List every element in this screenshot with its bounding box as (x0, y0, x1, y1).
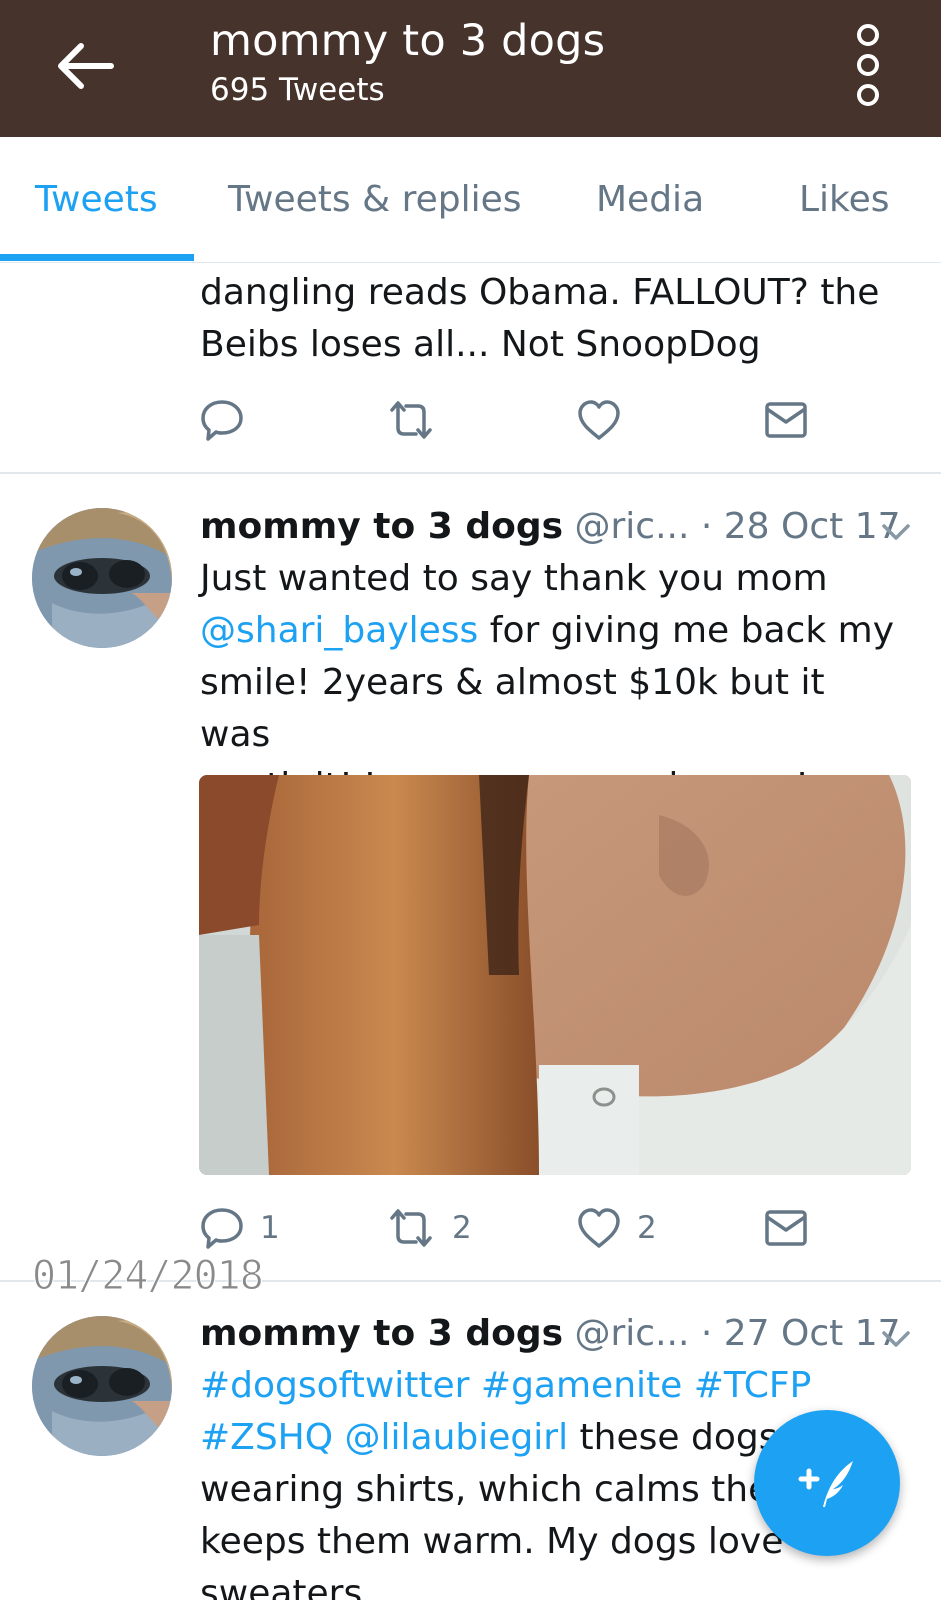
tweet-text: dangling reads Obama. FALLOUT? the Beibs… (200, 267, 900, 371)
envelope-icon (765, 1210, 807, 1246)
tweet-text-line: @shari_bayless for giving me back my (200, 605, 900, 657)
reply-button[interactable]: 1 (200, 1203, 280, 1253)
hashtag-links[interactable]: #dogsoftwitter #gamenite #TCFP (200, 1360, 900, 1412)
overflow-dot-icon (857, 84, 879, 106)
overflow-dot-icon (857, 24, 879, 46)
tweet-count: 695 Tweets (210, 72, 385, 108)
compose-tweet-icon (798, 1461, 853, 1507)
back-button[interactable] (48, 36, 120, 96)
tweet-date[interactable]: · 27 Oct 17 (701, 1313, 901, 1354)
tweet-text-fragment: these dogs (568, 1417, 778, 1458)
tweet-header: mommy to 3 dogs @ric... · 27 Oct 17 (200, 1308, 901, 1360)
author-handle: @ric... (574, 506, 690, 547)
retweet-count: 2 (452, 1210, 472, 1246)
tweet-divider (0, 472, 941, 474)
chevron-down-icon[interactable] (880, 1327, 912, 1351)
mention-link[interactable]: @shari_bayless (200, 610, 478, 651)
overflow-menu-button[interactable] (850, 24, 886, 106)
tab-media[interactable]: Media (596, 179, 704, 220)
tweet-date[interactable]: · 28 Oct 17 (701, 506, 901, 547)
overflow-dot-icon (857, 54, 879, 76)
author-name[interactable]: mommy to 3 dogs (200, 1313, 563, 1354)
tab-tweets-and-replies[interactable]: Tweets & replies (228, 179, 522, 220)
tweet-actions: 1 2 2 (200, 1203, 840, 1253)
tweet-actions (200, 395, 840, 445)
photo-date-stamp: 01/24/2018 (32, 1253, 265, 1300)
author-handle: @ric... (574, 1313, 690, 1354)
hashtag-link[interactable]: #ZSHQ (200, 1417, 333, 1458)
tweet-media-photo[interactable] (199, 775, 911, 1175)
photo-image (199, 775, 911, 1175)
like-button[interactable] (577, 395, 621, 445)
active-tab-indicator (0, 254, 194, 261)
reply-count: 1 (260, 1210, 280, 1246)
author-name[interactable]: mommy to 3 dogs (200, 506, 563, 547)
tweet-text-line: dangling reads Obama. FALLOUT? the (200, 272, 880, 313)
profile-photo (32, 1316, 172, 1456)
heart-icon (578, 400, 620, 440)
mention-link[interactable]: @lilaubiegirl (345, 1417, 569, 1458)
reply-icon (201, 1208, 243, 1249)
tab-likes[interactable]: Likes (799, 179, 890, 220)
retweet-icon (390, 401, 432, 439)
like-count: 2 (637, 1210, 657, 1246)
direct-message-button[interactable] (764, 1203, 808, 1253)
like-button[interactable]: 2 (577, 1203, 657, 1253)
tweet-text-line: smile! 2years & almost $10k but it was (200, 662, 825, 755)
profile-tabs: Tweets Tweets & replies Media Likes (0, 137, 941, 263)
profile-photo (32, 508, 172, 648)
app-header: mommy to 3 dogs 695 Tweets (0, 0, 941, 137)
profile-title: mommy to 3 dogs (210, 16, 606, 66)
envelope-icon (765, 402, 807, 438)
direct-message-button[interactable] (764, 395, 808, 445)
reply-icon (201, 400, 243, 441)
tweet-text-line: sweaters (200, 1573, 363, 1600)
heart-icon (578, 1208, 620, 1248)
chevron-down-icon[interactable] (880, 520, 912, 544)
tab-tweets[interactable]: Tweets (35, 179, 158, 220)
compose-tweet-button[interactable] (754, 1410, 900, 1556)
avatar[interactable] (32, 508, 172, 648)
retweet-button[interactable]: 2 (386, 1203, 472, 1253)
tweet-text-fragment: for giving me back my (478, 610, 895, 651)
tweet-text-line: Just wanted to say thank you mom (200, 558, 828, 599)
tweet-text: Just wanted to say thank you mom @shari_… (200, 553, 900, 813)
tweet-header: mommy to 3 dogs @ric... · 28 Oct 17 (200, 501, 901, 553)
reply-button[interactable] (200, 395, 244, 445)
retweet-button[interactable] (386, 395, 436, 445)
tweet-text-line: Beibs loses all... Not SnoopDog (200, 324, 761, 365)
retweet-icon (390, 1209, 432, 1247)
avatar[interactable] (32, 1316, 172, 1456)
arrow-left-icon (58, 43, 114, 89)
